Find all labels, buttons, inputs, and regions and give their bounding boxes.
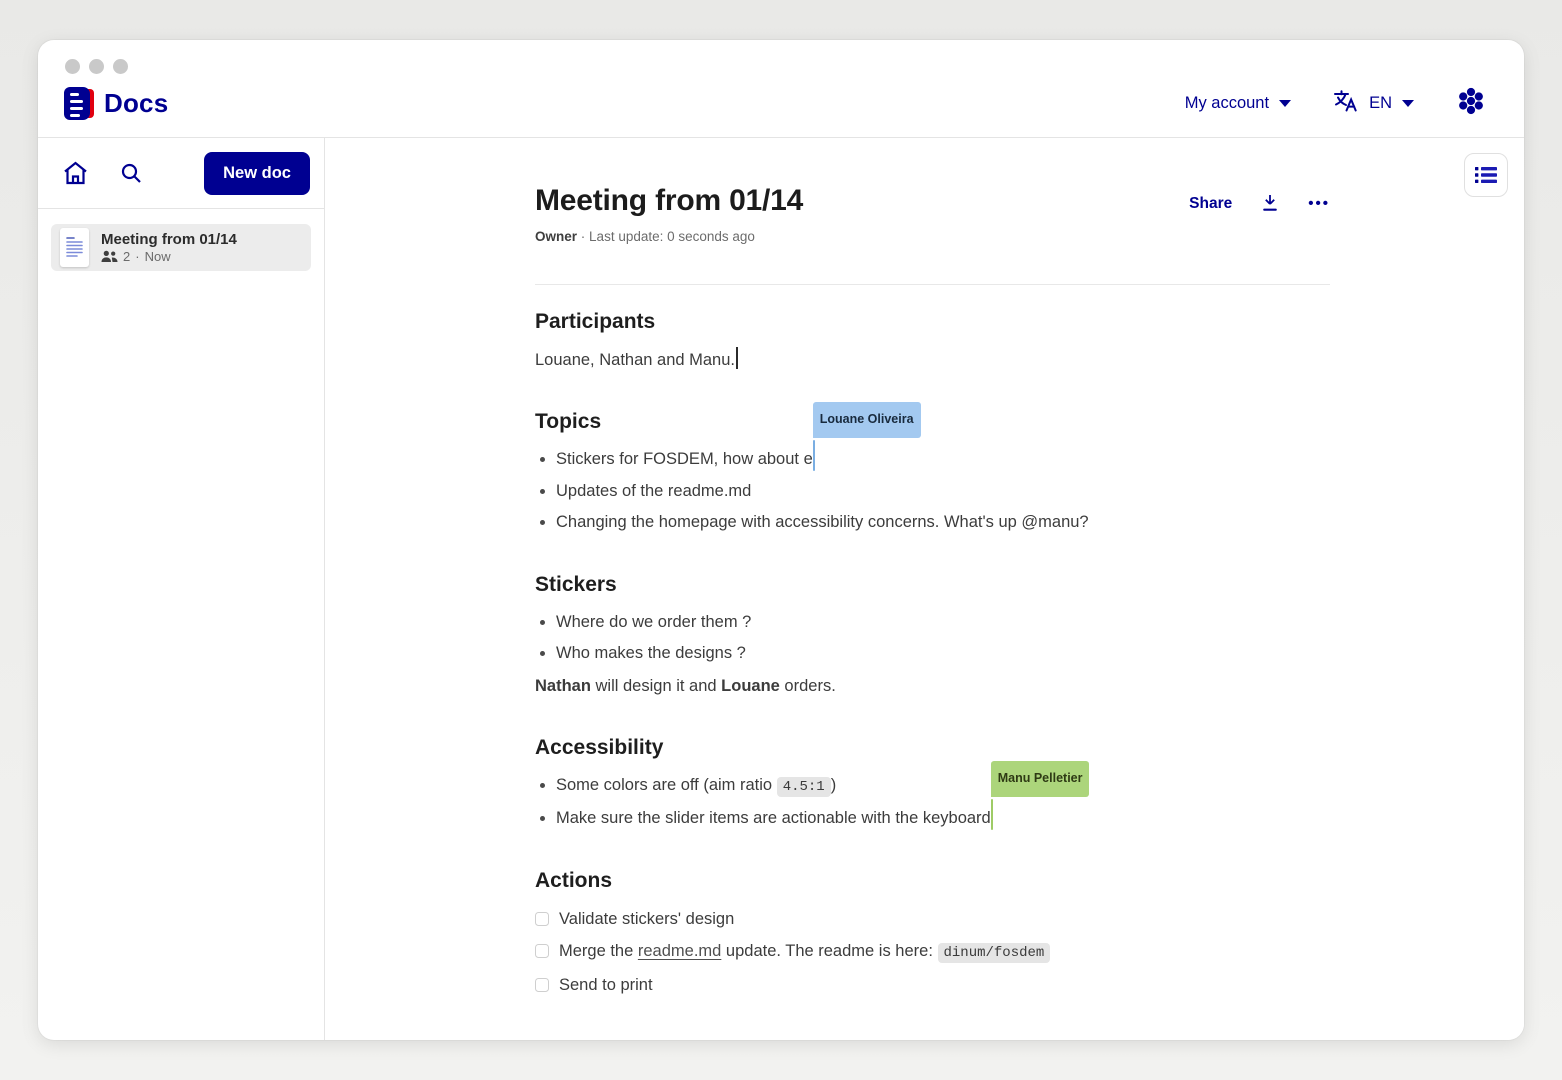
- task-item: Merge the readme.md update. The readme i…: [535, 935, 1330, 969]
- remote-user-label: Louane Oliveira: [813, 402, 921, 439]
- document-title[interactable]: Meeting from 01/14: [535, 184, 803, 218]
- list-icon: [1475, 166, 1497, 184]
- app-name: Docs: [104, 88, 168, 119]
- home-icon: [62, 160, 89, 186]
- sidebar-toolbar: New doc: [38, 138, 324, 209]
- search-icon: [119, 161, 143, 185]
- owner-badge: Owner: [535, 229, 577, 244]
- topics-list: Stickers for FOSDEM, how about eLouane O…: [535, 444, 1330, 539]
- remote-user-label: Manu Pelletier: [991, 761, 1090, 798]
- doc-list: Meeting from 01/14 2 · Now: [38, 209, 324, 286]
- window-dot[interactable]: [89, 59, 104, 74]
- app-logo[interactable]: Docs: [64, 87, 168, 120]
- task-list: Validate stickers' design Merge the read…: [535, 903, 1330, 1001]
- title-divider: [535, 284, 1330, 285]
- document-meta: Owner · Last update: 0 seconds ago: [535, 229, 1330, 244]
- list-item: Changing the homepage with accessibility…: [556, 507, 1330, 539]
- window-dot[interactable]: [65, 59, 80, 74]
- download-icon: [1260, 193, 1280, 214]
- task-checkbox[interactable]: [535, 944, 549, 958]
- task-item: Validate stickers' design: [535, 903, 1330, 935]
- language-dropdown[interactable]: EN: [1333, 89, 1414, 118]
- doc-members-count: 2: [123, 249, 130, 264]
- la-suite-apps-button[interactable]: [1456, 86, 1486, 121]
- list-item: Where do we order them ?: [556, 607, 1330, 639]
- readme-link[interactable]: readme.md: [638, 942, 721, 960]
- remote-caret: [991, 799, 994, 830]
- my-account-label: My account: [1185, 94, 1269, 113]
- main-area: Meeting from 01/14 Share •••: [325, 138, 1524, 1040]
- task-checkbox[interactable]: [535, 978, 549, 992]
- window-titlebar: [38, 40, 1524, 74]
- chevron-down-icon: [1279, 100, 1291, 107]
- stickers-summary: Nathan will design it and Louane orders.: [535, 670, 1330, 702]
- text-cursor: [736, 347, 738, 369]
- document-editor[interactable]: Participants Louane, Nathan and Manu. To…: [535, 310, 1330, 1040]
- docs-logo-icon: [64, 87, 94, 120]
- share-button[interactable]: Share: [1189, 195, 1232, 213]
- list-item: Updates of the readme.md: [556, 476, 1330, 508]
- my-account-dropdown[interactable]: My account: [1185, 94, 1291, 113]
- heading-stickers: Stickers: [535, 573, 1330, 597]
- window-dot[interactable]: [113, 59, 128, 74]
- participants-text: Louane, Nathan and Manu.: [535, 344, 1330, 376]
- task-item: Send to print: [535, 969, 1330, 1001]
- heading-actions: Actions: [535, 869, 1330, 893]
- document-icon: [60, 228, 89, 267]
- translate-icon: [1333, 89, 1359, 118]
- list-item: Who makes the designs ?: [556, 638, 1330, 670]
- heading-accessibility: Accessibility: [535, 736, 1330, 760]
- app-window: Docs My account EN: [38, 40, 1524, 1040]
- list-item: Some colors are off (aim ratio 4.5:1): [556, 770, 1330, 804]
- doc-item-title: Meeting from 01/14: [101, 231, 237, 248]
- table-of-contents-button[interactable]: [1464, 153, 1508, 197]
- stickers-list: Where do we order them ? Who makes the d…: [535, 607, 1330, 670]
- sidebar: New doc: [38, 138, 325, 1040]
- last-update-text: Last update: 0 seconds ago: [589, 229, 755, 244]
- search-button[interactable]: [119, 161, 143, 185]
- doc-item-meta: 2 · Now: [101, 249, 237, 264]
- app-header: Docs My account EN: [38, 74, 1524, 138]
- remote-caret: [813, 440, 816, 471]
- app-grid-icon: [1456, 86, 1486, 121]
- chevron-down-icon: [1402, 100, 1414, 107]
- heading-topics: Topics: [535, 410, 1330, 434]
- language-code: EN: [1369, 94, 1392, 113]
- document-actions: Share •••: [1189, 184, 1330, 214]
- home-button[interactable]: [62, 160, 89, 186]
- doc-list-item[interactable]: Meeting from 01/14 2 · Now: [51, 224, 311, 271]
- accessibility-list: Some colors are off (aim ratio 4.5:1) Ma…: [535, 770, 1330, 835]
- list-item: Make sure the slider items are actionabl…: [556, 803, 1330, 835]
- heading-participants: Participants: [535, 310, 1330, 334]
- list-item: Stickers for FOSDEM, how about eLouane O…: [556, 444, 1330, 476]
- more-options-button[interactable]: •••: [1308, 195, 1330, 212]
- download-button[interactable]: [1260, 193, 1280, 214]
- two-people-icon: [101, 250, 118, 263]
- new-doc-button[interactable]: New doc: [204, 152, 310, 195]
- doc-updated: Now: [145, 249, 171, 264]
- task-checkbox[interactable]: [535, 912, 549, 926]
- header-controls: My account EN: [1185, 86, 1486, 121]
- inline-code: dinum/fosdem: [938, 943, 1051, 963]
- inline-code: 4.5:1: [777, 777, 831, 797]
